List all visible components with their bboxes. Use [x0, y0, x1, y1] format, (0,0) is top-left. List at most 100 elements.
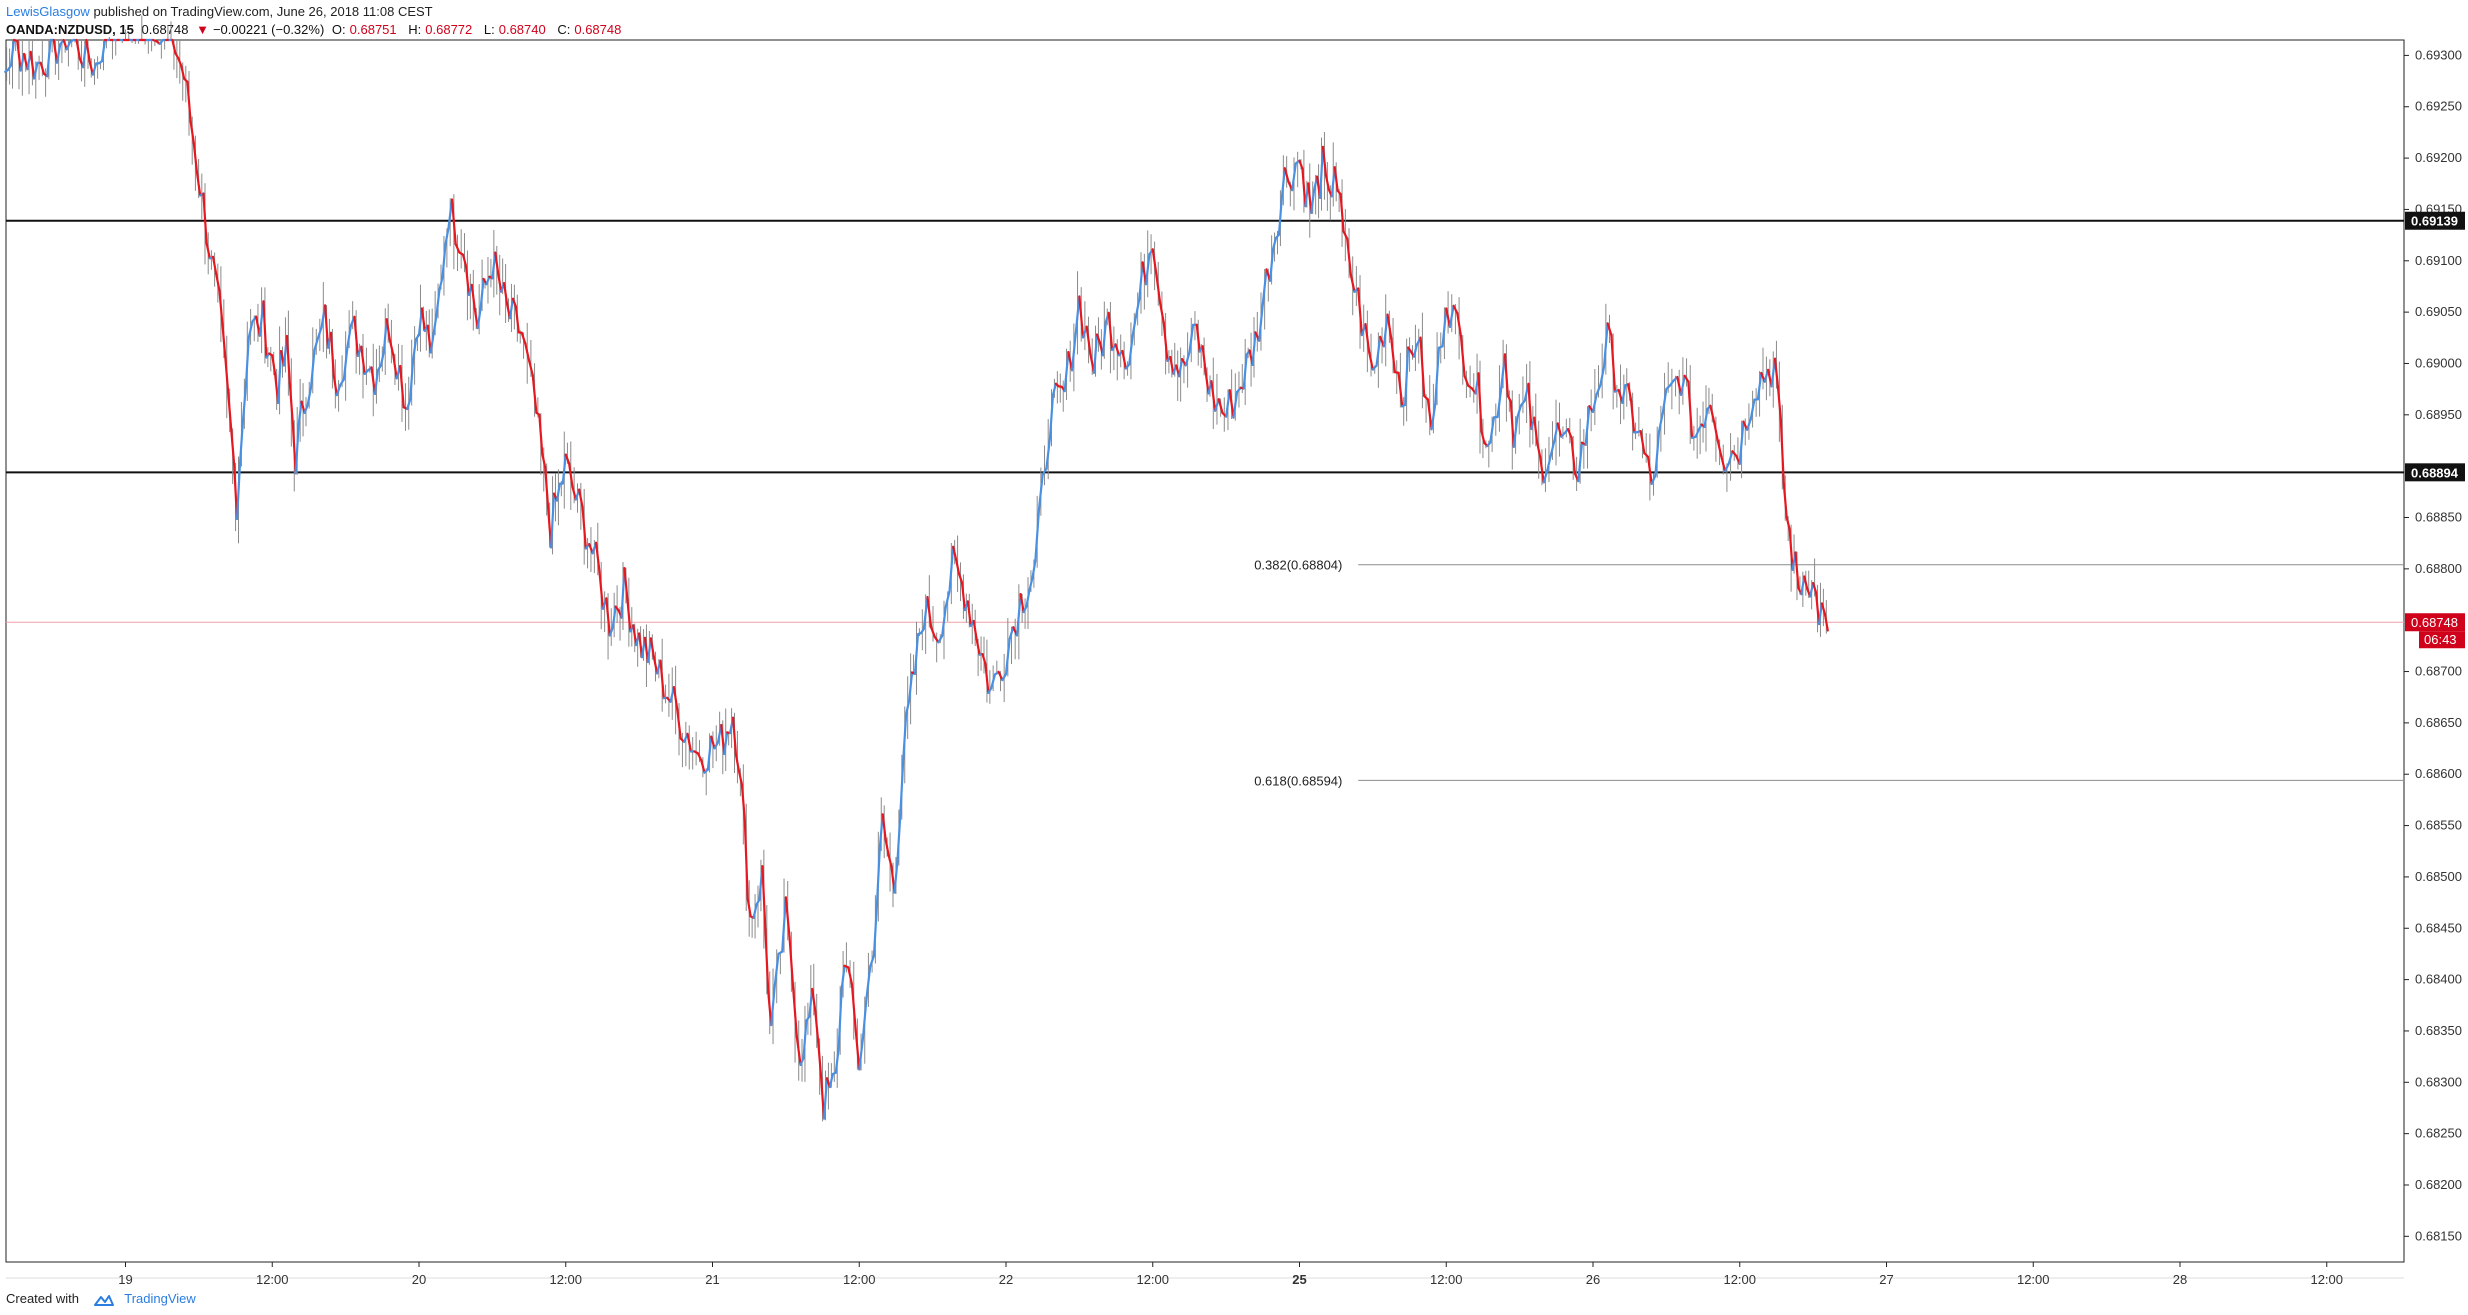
candle-down — [1627, 383, 1633, 402]
candle-down — [972, 619, 978, 641]
candle-down — [884, 838, 890, 857]
candle-down — [538, 413, 544, 455]
candle-up — [1025, 589, 1031, 608]
candle-down — [764, 927, 770, 994]
tradingview-link[interactable]: TradingView — [124, 1291, 196, 1306]
time-tick-label: 27 — [1879, 1272, 1893, 1287]
candle-up — [238, 420, 244, 466]
candle-down — [626, 597, 632, 633]
candle-down — [514, 305, 520, 334]
candle-up — [1048, 393, 1055, 439]
candle-up — [902, 712, 908, 761]
candle-down — [221, 322, 227, 359]
fib-level-label: 0.382(0.68804) — [1254, 558, 1342, 573]
price-tick-label: 0.68500 — [2415, 869, 2462, 884]
candle-up — [1310, 188, 1316, 214]
price-tick-label: 0.69200 — [2415, 150, 2462, 165]
plot-frame — [5, 39, 2405, 1263]
candle-up — [303, 404, 309, 414]
candle-up — [479, 277, 485, 310]
candle-up — [441, 243, 447, 279]
candle-up — [438, 276, 444, 291]
candle-down — [1536, 441, 1542, 458]
candle-down — [205, 242, 211, 260]
fib-level-label: 0.618(0.68594) — [1254, 773, 1342, 788]
candle-up — [908, 671, 914, 702]
candle-down — [1533, 416, 1539, 445]
candle-down — [734, 753, 741, 773]
candle-down — [975, 638, 981, 656]
candle-up — [1251, 331, 1257, 367]
candle-up — [244, 336, 250, 389]
candle-down — [696, 752, 703, 762]
candle-down — [1333, 166, 1339, 192]
candles — [4, 15, 1829, 1122]
candle-down — [1201, 345, 1207, 373]
candle-up — [409, 358, 415, 401]
candle-up — [1242, 353, 1248, 390]
candle-down — [811, 987, 817, 1012]
candle-down — [288, 382, 294, 425]
candle-down — [955, 558, 961, 575]
candle-down — [262, 300, 268, 359]
candle-up — [294, 423, 300, 475]
candle-up — [1404, 346, 1410, 406]
candle-down — [230, 427, 236, 465]
candle-down — [1788, 528, 1794, 571]
candle-up — [1028, 577, 1034, 592]
candle-down — [632, 624, 638, 647]
candle-down — [881, 813, 887, 841]
candle-up — [432, 313, 438, 335]
candle-up — [277, 349, 283, 405]
candle-up — [872, 904, 878, 958]
candle-down — [464, 264, 470, 296]
candle-up — [429, 332, 435, 354]
candle-down — [1509, 400, 1515, 448]
candle-down — [215, 272, 221, 292]
candle-up — [899, 758, 905, 816]
candle-up — [913, 633, 920, 675]
price-tick-label: 0.69100 — [2415, 253, 2462, 268]
candle-down — [1019, 593, 1025, 614]
candle-down — [503, 281, 509, 306]
candle-down — [1301, 167, 1307, 208]
candle-down — [180, 64, 186, 80]
price-tick-label: 0.68950 — [2415, 407, 2462, 422]
candle-up — [905, 699, 911, 715]
candle-down — [564, 453, 571, 465]
candle-up — [373, 369, 380, 395]
candle-up — [1269, 247, 1275, 282]
tradingview-cloud-icon[interactable] — [93, 1293, 115, 1307]
candle-up — [1694, 428, 1700, 438]
candle-up — [828, 1072, 834, 1089]
candle-up — [1092, 333, 1099, 374]
price-tick-label: 0.69050 — [2415, 304, 2462, 319]
price-tick-label: 0.68700 — [2415, 664, 2462, 679]
footer: Created with TradingView — [6, 1286, 196, 1312]
candle-down — [1812, 581, 1818, 594]
candle-down — [1324, 173, 1330, 191]
candle-down — [814, 1009, 820, 1043]
price-tick-label: 0.68650 — [2415, 715, 2462, 730]
candle-down — [887, 854, 893, 868]
candle-down — [271, 354, 277, 376]
candle-down — [494, 251, 500, 275]
candle-down — [981, 652, 987, 666]
candle-down — [1503, 353, 1509, 398]
candle-up — [840, 964, 846, 991]
candle-up — [241, 385, 247, 423]
created-with-label: Created with — [6, 1291, 79, 1306]
candle-down — [544, 466, 550, 510]
candle-down — [649, 637, 655, 658]
price-chart[interactable]: 0.693000.692500.692000.691500.691000.690… — [0, 0, 2468, 1315]
candle-down — [227, 392, 233, 430]
candle-up — [485, 275, 491, 286]
candle-down — [740, 783, 746, 821]
candle-up — [100, 38, 107, 63]
time-tick-label: 19 — [118, 1272, 132, 1287]
time-tick-label: 12:00 — [1136, 1272, 1169, 1287]
price-tick-label: 0.68250 — [2415, 1126, 2462, 1141]
candle-down — [1321, 145, 1328, 177]
candle-down — [1195, 323, 1201, 353]
candle-up — [476, 307, 482, 330]
